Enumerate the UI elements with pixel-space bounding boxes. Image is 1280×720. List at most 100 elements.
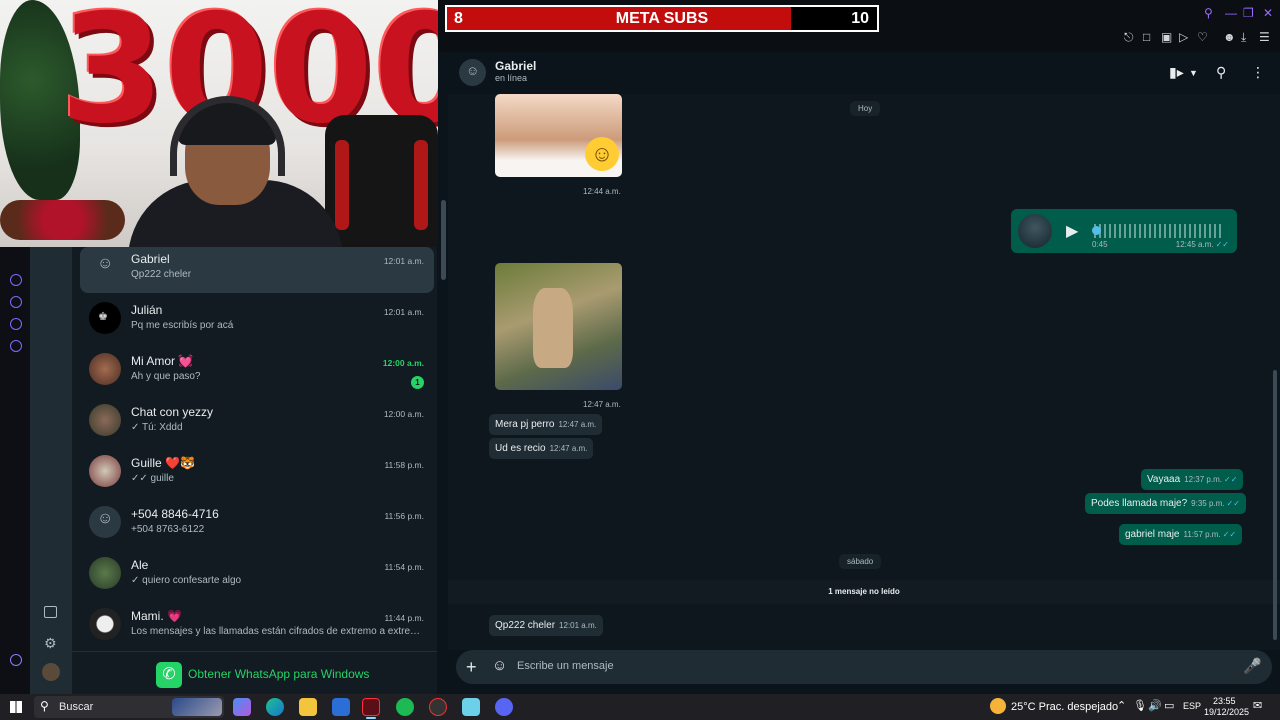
- volume-icon[interactable]: 🔊: [1148, 699, 1162, 712]
- search-icon[interactable]: ⚲: [1204, 6, 1213, 20]
- chat-preview: Ah y que paso?: [131, 371, 201, 382]
- message-time: 12:44 a.m.: [583, 187, 621, 196]
- grin-emoji-icon: ☺: [585, 137, 619, 171]
- clock-time[interactable]: 23:55: [1213, 696, 1236, 706]
- chat-item[interactable]: Chat con yezzy ✓ Tú: Xddd 12:00 a.m.: [80, 400, 434, 446]
- chat-list-scrollbar[interactable]: [441, 200, 446, 280]
- contact-avatar[interactable]: [459, 59, 486, 86]
- unread-banner-text: 1 mensaje no leído: [828, 587, 900, 596]
- message-input[interactable]: Escribe un mensaje: [517, 660, 614, 672]
- discord-icon[interactable]: [495, 698, 513, 716]
- chat-item[interactable]: Gabriel Qp222 cheler 12:01 a.m.: [80, 247, 434, 293]
- language-indicator[interactable]: ESP: [1183, 701, 1201, 711]
- outgoing-message[interactable]: Vayaaa 12:37 p.m. ✓✓: [1141, 469, 1244, 490]
- play-icon[interactable]: ▶: [1066, 221, 1078, 241]
- tray-chevron-icon[interactable]: ⌃: [1117, 699, 1126, 712]
- profile-avatar[interactable]: [42, 663, 60, 681]
- unread-banner: 1 mensaje no leído: [448, 580, 1280, 604]
- more-icon[interactable]: [10, 654, 22, 666]
- clock-date[interactable]: 19/12/2025: [1204, 707, 1249, 717]
- gear-icon[interactable]: ⚙: [44, 635, 57, 652]
- voice-message[interactable]: ▶ 0:45 12:45 a.m. ✓✓: [1011, 209, 1237, 253]
- obs-icon[interactable]: [429, 698, 447, 716]
- media-icon[interactable]: [44, 606, 57, 618]
- conversation-scrollbar[interactable]: [1273, 370, 1277, 640]
- download-icon[interactable]: ⤓: [1241, 30, 1246, 45]
- incoming-message[interactable]: Mera pj perro 12:47 a.m.: [489, 414, 603, 435]
- whatsapp-icon: ✆: [156, 662, 182, 688]
- chat-preview: ✓✓ guille: [131, 473, 174, 484]
- more-options-icon[interactable]: ⋮: [1251, 64, 1265, 81]
- weather-text[interactable]: 25°C Prac. despejado: [1011, 701, 1118, 713]
- mic-icon[interactable]: 🎙: [1133, 699, 1147, 712]
- settings-icon[interactable]: [10, 340, 22, 352]
- close-icon[interactable]: ✕: [1263, 6, 1273, 20]
- incoming-message[interactable]: Ud es recio 12:47 a.m.: [489, 438, 594, 459]
- shield-icon[interactable]: ▣: [1161, 30, 1172, 44]
- chat-item[interactable]: Mi Amor 💓 Ah y que paso? 12:00 a.m. 1: [80, 349, 434, 395]
- sender-avatar: [1018, 214, 1052, 248]
- play-icon[interactable]: ▷: [1179, 30, 1188, 44]
- emoji-icon[interactable]: ☺: [492, 657, 507, 674]
- file-explorer-icon[interactable]: [299, 698, 317, 716]
- outgoing-message[interactable]: gabriel maje 11:57 p.m. ✓✓: [1119, 524, 1243, 545]
- chat-preview: ✓ quiero confesarte algo: [131, 575, 242, 586]
- voice-time: 12:45 a.m. ✓✓: [1175, 240, 1229, 249]
- chat-preview: ✓ Tú: Xddd: [131, 422, 183, 433]
- get-whatsapp-banner[interactable]: ✆ Obtener WhatsApp para Windows: [72, 651, 437, 694]
- webcam-overlay: 3000: [0, 0, 438, 247]
- window-icon[interactable]: □: [1143, 30, 1150, 44]
- spotify-icon[interactable]: [396, 698, 414, 716]
- chat-name: Guille ❤️🐯: [131, 456, 195, 470]
- clock-icon[interactable]: [10, 296, 22, 308]
- incoming-message[interactable]: Qp222 cheler 12:01 a.m.: [489, 615, 603, 636]
- outgoing-message[interactable]: Podes llamada maje? 9:35 p.m. ✓✓: [1085, 493, 1246, 514]
- heart-icon[interactable]: ♡: [1197, 30, 1208, 44]
- conversation-header[interactable]: Gabriel en línea ▮▸ ▼ ⚲ ⋮: [448, 52, 1280, 94]
- chat-preview: +504 8763-6122: [131, 524, 205, 535]
- chat-bubble-icon[interactable]: [10, 318, 22, 330]
- copilot-icon[interactable]: [233, 698, 251, 716]
- minimize-icon[interactable]: —: [1225, 6, 1237, 20]
- chat-item[interactable]: Ale ✓ quiero confesarte algo 11:54 p.m.: [80, 553, 434, 599]
- chat-item[interactable]: ♚ Julián Pq me escribís por acá 12:01 a.…: [80, 298, 434, 344]
- weather-icon[interactable]: [990, 698, 1006, 714]
- chat-item[interactable]: Guille ❤️🐯 ✓✓ guille 11:58 p.m.: [80, 451, 434, 497]
- waveform[interactable]: [1094, 224, 1224, 238]
- chat-time: 11:44 p.m.: [384, 613, 424, 623]
- edge-icon[interactable]: [266, 698, 284, 716]
- search-highlight-image: [172, 698, 222, 716]
- attach-plus-icon[interactable]: +: [466, 657, 477, 678]
- chat-item[interactable]: +504 8846-4716 +504 8763-6122 11:56 p.m.: [80, 502, 434, 548]
- image-message[interactable]: [495, 263, 622, 390]
- gaming-chair: [325, 115, 438, 247]
- notifications-icon[interactable]: ✉: [1253, 699, 1262, 712]
- search-icon[interactable]: ⚲: [1216, 64, 1226, 81]
- chevron-down-icon[interactable]: ▼: [1189, 68, 1198, 78]
- windows-taskbar: ⚲ Buscar 25°C Prac. despejado ⌃ 🎙 🔊 ▭ ES…: [0, 694, 1280, 720]
- image-message[interactable]: ☺: [495, 94, 622, 177]
- network-icon[interactable]: ▭: [1164, 699, 1174, 712]
- opera-gx-icon[interactable]: [362, 698, 380, 716]
- pin-icon[interactable]: ⎋: [1124, 30, 1134, 45]
- mic-icon[interactable]: 🎤: [1243, 657, 1262, 675]
- chat-name: Mi Amor 💓: [131, 354, 194, 368]
- garland: [0, 200, 125, 240]
- restore-icon[interactable]: ❐: [1243, 6, 1254, 20]
- whatsapp-nav-rail: ⚙: [30, 247, 72, 694]
- status-icon[interactable]: [10, 274, 22, 286]
- default-avatar: [89, 251, 121, 283]
- playhead[interactable]: [1092, 226, 1101, 235]
- chat-name: Mami. 💗: [131, 609, 182, 623]
- windows-start-icon[interactable]: [10, 701, 22, 713]
- menu-icon[interactable]: ☰: [1259, 30, 1270, 44]
- chat-name: Ale: [131, 558, 149, 572]
- chat-time: 11:54 p.m.: [384, 562, 424, 572]
- video-call-icon[interactable]: ▮▸: [1169, 64, 1184, 81]
- photo-avatar: [89, 404, 121, 436]
- store-icon[interactable]: [332, 698, 350, 716]
- profile-icon[interactable]: ☻: [1223, 30, 1236, 44]
- chat-item[interactable]: Mami. 💗 Los mensajes y las llamadas está…: [80, 604, 434, 650]
- app-icon[interactable]: [462, 698, 480, 716]
- get-whatsapp-link[interactable]: Obtener WhatsApp para Windows: [188, 667, 369, 681]
